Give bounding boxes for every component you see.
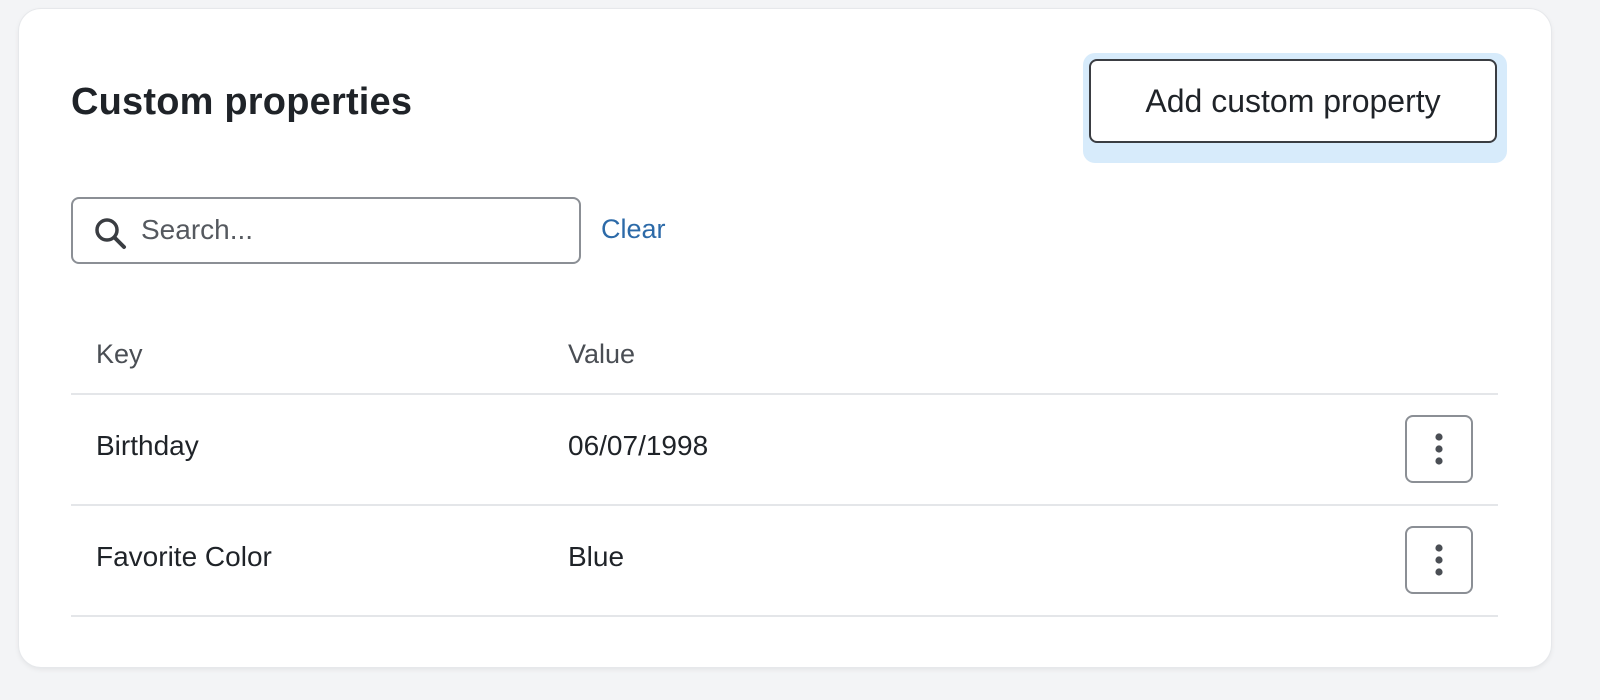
search-icon [93,216,127,250]
more-vertical-icon [1435,544,1443,576]
row-value: 06/07/1998 [568,430,709,461]
table-row: Birthday 06/07/1998 [71,395,1498,506]
row-actions-button[interactable] [1405,415,1473,483]
page-title: Custom properties [71,81,413,123]
row-key: Birthday [96,430,199,461]
add-button-focus-ring: Add custom property [1083,53,1507,163]
properties-table: Key Value Birthday 06/07/1998 Favorite C… [71,325,1498,617]
table-row: Favorite Color Blue [71,506,1498,617]
add-custom-property-button[interactable]: Add custom property [1089,59,1497,143]
column-header-key: Key [96,339,143,369]
row-value: Blue [568,541,625,572]
row-actions-button[interactable] [1405,526,1473,594]
clear-search-link[interactable]: Clear [601,214,666,245]
search-field[interactable] [71,197,581,264]
row-key: Favorite Color [96,541,272,572]
more-vertical-icon [1435,433,1443,465]
custom-properties-card: Custom properties Add custom property Cl… [19,9,1551,667]
search-input[interactable] [141,207,561,253]
table-header: Key Value [71,325,1498,395]
column-header-value: Value [568,339,636,369]
